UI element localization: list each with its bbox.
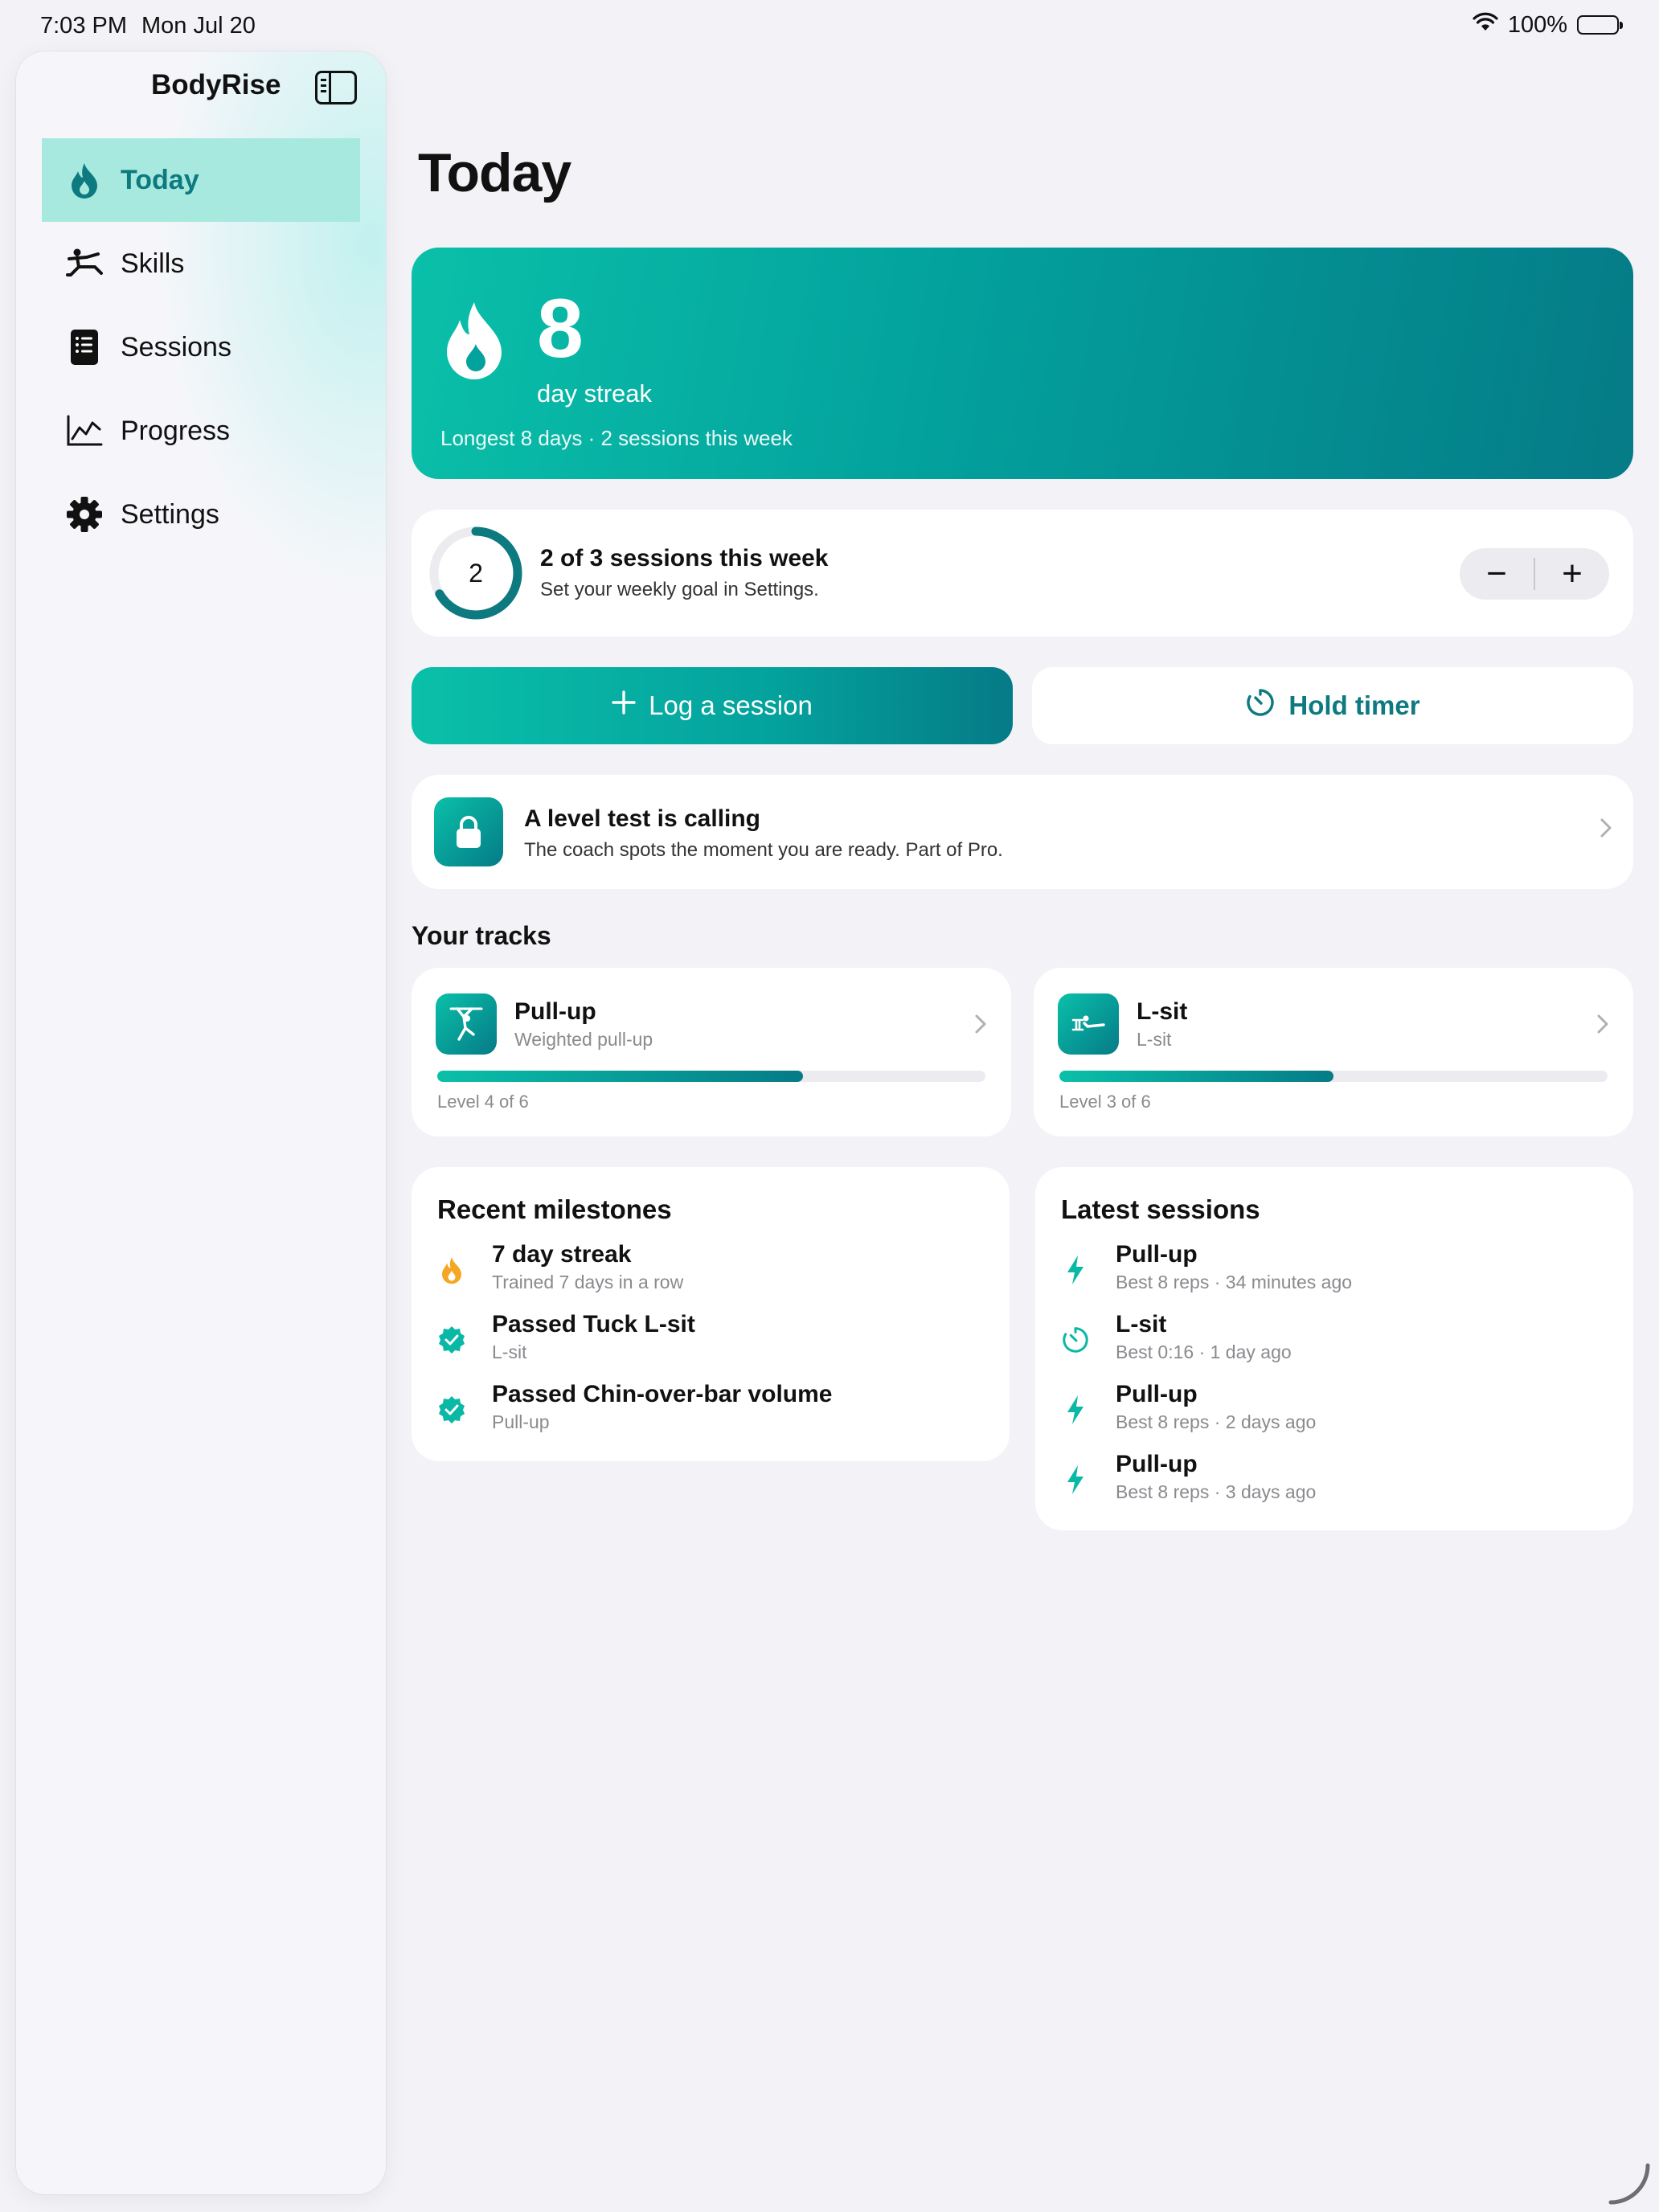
goal-title: 2 of 3 sessions this week [540, 545, 829, 571]
goal-subtitle: Set your weekly goal in Settings. [540, 579, 819, 600]
milestone-subtitle: Trained 7 days in a row [492, 1272, 684, 1292]
track-level: Level 4 of 6 [437, 1092, 529, 1112]
battery-icon [1577, 15, 1623, 35]
status-date: Mon Jul 20 [141, 13, 256, 39]
milestone-title: Passed Tuck L-sit [492, 1311, 695, 1337]
weekly-goal-card: 2 2 of 3 sessions this week Set your wee… [412, 510, 1633, 637]
session-title: L-sit [1116, 1311, 1167, 1337]
sidebar-item-settings[interactable]: Settings [42, 473, 360, 556]
flame-icon [434, 1252, 469, 1288]
hold-timer-button[interactable]: Hold timer [1032, 667, 1633, 744]
goal-ring-value: 2 [469, 558, 483, 588]
track-progress-bar [437, 1071, 985, 1082]
bolt-icon [1058, 1252, 1093, 1288]
check-seal-icon [434, 1322, 469, 1358]
decrement-button[interactable]: − [1460, 548, 1534, 600]
list-item[interactable]: Passed Tuck L-sit L-sit [434, 1311, 981, 1375]
list-item[interactable]: 7 day streak Trained 7 days in a row [434, 1241, 981, 1305]
sidebar-item-label: Today [121, 164, 199, 195]
latest-sessions-card: Latest sessions Pull-up Best 8 reps · 34… [1035, 1167, 1633, 1530]
status-right: 100% [1473, 11, 1623, 39]
level-test-promo[interactable]: A level test is calling The coach spots … [412, 775, 1633, 889]
increment-button[interactable]: + [1535, 548, 1609, 600]
track-name: L-sit [1137, 998, 1188, 1025]
session-title: Pull-up [1116, 1451, 1198, 1477]
goal-stepper: − + [1460, 548, 1609, 600]
sidebar-item-label: Sessions [121, 331, 231, 363]
status-bar: 7:03 PM Mon Jul 20 100% [0, 0, 1659, 51]
sidebar-item-skills[interactable]: Skills [42, 222, 360, 305]
status-time: 7:03 PM [40, 13, 127, 39]
milestone-subtitle: L-sit [492, 1342, 527, 1362]
figure-skill-icon [66, 245, 103, 282]
streak-count: 8 [537, 282, 584, 375]
sidebar-item-today[interactable]: Today [42, 138, 360, 222]
latest-sessions-title: Latest sessions [1061, 1194, 1260, 1224]
session-title: Pull-up [1116, 1381, 1198, 1407]
wifi-icon [1473, 11, 1498, 39]
flame-icon [66, 162, 103, 199]
streak-label: day streak [537, 379, 653, 408]
lsit-figure-icon [1058, 993, 1119, 1055]
promo-subtitle: The coach spots the moment you are ready… [524, 839, 1003, 861]
list-item[interactable]: Pull-up Best 8 reps · 2 days ago [1058, 1381, 1604, 1445]
bolt-icon [1058, 1392, 1093, 1428]
resize-corner-icon [1608, 2163, 1650, 2205]
log-session-label: Log a session [649, 690, 813, 720]
milestones-card: Recent milestones 7 day streak Trained 7… [412, 1167, 1010, 1461]
session-subtitle: Best 8 reps · 2 days ago [1116, 1411, 1317, 1432]
pullup-figure-icon [436, 993, 497, 1055]
tracks-heading: Your tracks [412, 921, 551, 950]
timer-icon [1245, 687, 1276, 724]
list-icon [66, 329, 103, 366]
track-card-lsit[interactable]: L-sit L-sit Level 3 of 6 [1034, 968, 1633, 1137]
milestone-subtitle: Pull-up [492, 1411, 550, 1432]
streak-subtitle: Longest 8 days · 2 sessions this week [440, 426, 793, 450]
list-item[interactable]: Pull-up Best 8 reps · 3 days ago [1058, 1451, 1604, 1515]
chart-line-icon [66, 412, 103, 449]
log-session-button[interactable]: Log a session [412, 667, 1013, 744]
check-seal-icon [434, 1392, 469, 1428]
chevron-right-icon [974, 1011, 987, 1043]
track-subtitle: Weighted pull-up [514, 1029, 653, 1050]
session-title: Pull-up [1116, 1241, 1198, 1268]
list-item[interactable]: Pull-up Best 8 reps · 34 minutes ago [1058, 1241, 1604, 1305]
sidebar-item-label: Progress [121, 415, 231, 446]
track-progress-bar [1059, 1071, 1608, 1082]
chevron-right-icon [1596, 1011, 1609, 1043]
milestone-title: 7 day streak [492, 1241, 632, 1268]
track-progress-fill [437, 1071, 803, 1082]
sidebar-item-progress[interactable]: Progress [42, 389, 360, 473]
hold-timer-label: Hold timer [1288, 690, 1420, 720]
session-subtitle: Best 0:16 · 1 day ago [1116, 1342, 1292, 1362]
track-level: Level 3 of 6 [1059, 1092, 1151, 1112]
milestones-title: Recent milestones [437, 1194, 672, 1224]
sidebar-item-label: Skills [121, 248, 185, 279]
lock-icon [434, 797, 503, 866]
track-card-pullup[interactable]: Pull-up Weighted pull-up Level 4 of 6 [412, 968, 1011, 1137]
track-progress-fill [1059, 1071, 1333, 1082]
track-name: Pull-up [514, 998, 596, 1025]
flame-icon [444, 301, 505, 385]
page-title: Today [418, 142, 571, 203]
list-item[interactable]: L-sit Best 0:16 · 1 day ago [1058, 1311, 1604, 1375]
plus-icon [612, 690, 636, 721]
list-item[interactable]: Passed Chin-over-bar volume Pull-up [434, 1381, 981, 1445]
promo-title: A level test is calling [524, 805, 761, 832]
chevron-right-icon [1600, 815, 1612, 846]
bolt-icon [1058, 1462, 1093, 1497]
sidebar-toggle-icon[interactable] [315, 71, 357, 104]
sidebar: BodyRise Today Skills Sessions Progress … [16, 51, 386, 2194]
streak-card: 8 day streak Longest 8 days · 2 sessions… [412, 248, 1633, 479]
gear-icon [66, 496, 103, 533]
milestone-title: Passed Chin-over-bar volume [492, 1381, 833, 1407]
session-subtitle: Best 8 reps · 34 minutes ago [1116, 1272, 1353, 1292]
session-subtitle: Best 8 reps · 3 days ago [1116, 1481, 1317, 1502]
battery-percent: 100% [1507, 11, 1567, 38]
sidebar-item-sessions[interactable]: Sessions [42, 305, 360, 389]
app-name: BodyRise [151, 69, 281, 100]
sidebar-item-label: Settings [121, 498, 219, 530]
track-subtitle: L-sit [1137, 1029, 1172, 1050]
timer-icon [1058, 1322, 1093, 1358]
